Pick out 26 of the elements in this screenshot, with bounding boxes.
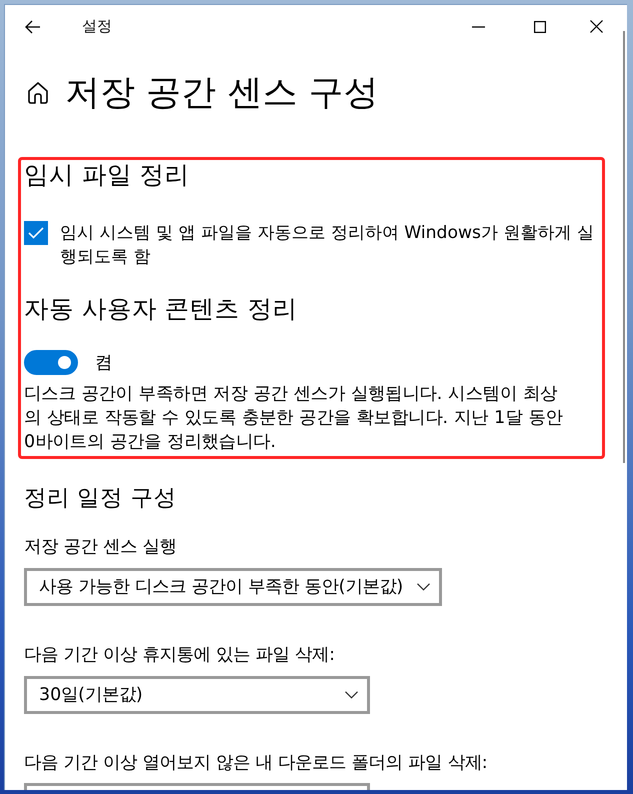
close-icon <box>590 20 602 33</box>
window-title: 설정 <box>82 16 112 38</box>
checkbox[interactable] <box>24 221 48 245</box>
field-label: 저장 공간 센스 실행 <box>24 536 178 559</box>
field-label: 다음 기간 이상 열어보지 않은 내 다운로드 폴더의 파일 삭제: <box>24 752 489 775</box>
chevron-down-icon <box>345 691 358 699</box>
description-text: 디스크 공간이 부족하면 저장 공간 센스가 실행됩니다. 시스템이 최상의 상태로 작동할 수 있도록 충분한 공간을 확보합니다. 지난 1달 동안 0바이트의 공간을 정리했습니다. <box>24 383 564 454</box>
chevron-down-icon <box>417 583 430 591</box>
section-heading: 정리 일정 구성 <box>24 484 178 513</box>
section-heading: 임시 파일 정리 <box>24 160 191 190</box>
checkbox-label[interactable]: 임시 시스템 및 앱 파일을 자동으로 정리하여 Windows가 원활하게 실행되도록 함 <box>60 221 602 269</box>
section-heading: 자동 사용자 콘텐츠 정리 <box>24 294 298 324</box>
toggle-knob <box>58 356 71 369</box>
dropdown-field[interactable] <box>24 783 370 790</box>
back-arrow-icon <box>25 20 41 34</box>
maximize-icon <box>534 20 546 32</box>
home-icon[interactable] <box>27 81 49 105</box>
dropdown-field[interactable]: 사용 가능한 디스크 공간이 부족한 동안(기본값) <box>24 568 442 606</box>
dropdown-field[interactable]: 30일(기본값) <box>24 676 370 714</box>
field-label: 다음 기간 이상 휴지통에 있는 파일 삭제: <box>24 644 336 667</box>
minimize-icon <box>472 26 484 28</box>
page-title: 저장 공간 센스 구성 <box>65 72 378 115</box>
toggle-switch[interactable] <box>24 350 78 375</box>
checkmark-icon <box>28 227 44 239</box>
scrollbar-thumb[interactable] <box>623 31 625 463</box>
toggle-state-label: 켬 <box>95 352 112 374</box>
